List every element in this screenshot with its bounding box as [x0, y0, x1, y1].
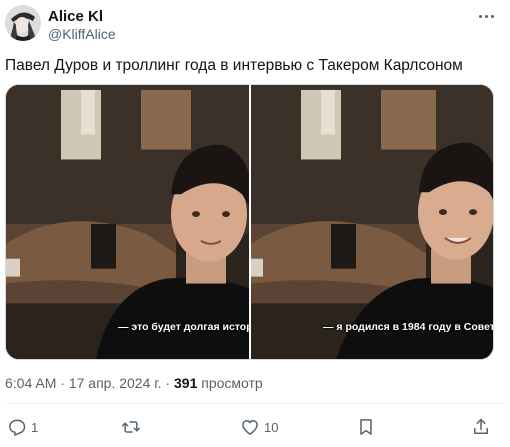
meta-separator: · [56, 375, 69, 391]
author-name[interactable]: Alice Kl [48, 8, 103, 26]
retweet-icon [121, 421, 141, 433]
more-icon[interactable] [474, 6, 498, 26]
bookmark-button[interactable] [356, 414, 376, 440]
reply-icon [9, 419, 26, 436]
retweet-button[interactable] [121, 414, 145, 440]
tweet-actions: 1 10 [0, 414, 510, 440]
tweet-meta: 6:04 AM · 17 апр. 2024 г. · 391 просмотр [5, 375, 263, 392]
tweet-time[interactable]: 6:04 AM [5, 375, 56, 391]
author-handle[interactable]: @KliffAlice [48, 26, 116, 43]
share-button[interactable] [471, 414, 491, 440]
heart-icon [242, 420, 258, 435]
media-subtitle-left: — это будет долгая история. [118, 321, 249, 333]
share-icon [474, 418, 488, 434]
like-button[interactable]: 10 [240, 414, 278, 440]
divider-line [5, 403, 505, 404]
avatar-image [5, 5, 41, 41]
reply-count: 1 [31, 419, 39, 435]
views-count: 391 [174, 375, 198, 391]
avatar[interactable] [5, 5, 41, 41]
meta-separator: · [161, 375, 174, 391]
media-image-left[interactable]: — это будет долгая история. [6, 85, 249, 359]
tweet-date[interactable]: 17 апр. 2024 г. [69, 375, 162, 391]
reply-button[interactable]: 1 [7, 414, 38, 440]
bookmark-icon [360, 419, 372, 435]
media-subtitle-right: — я родился в 1984 году в Советском [323, 321, 493, 333]
like-count: 10 [264, 419, 279, 435]
views-label: просмотр [197, 375, 263, 391]
tweet-text: Павел Дуров и троллинг года в интервью с… [5, 57, 463, 74]
media-image-right[interactable]: — я родился в 1984 году в Советском [251, 85, 493, 359]
tweet-media[interactable]: — это будет долгая история. — я родился … [5, 84, 494, 360]
